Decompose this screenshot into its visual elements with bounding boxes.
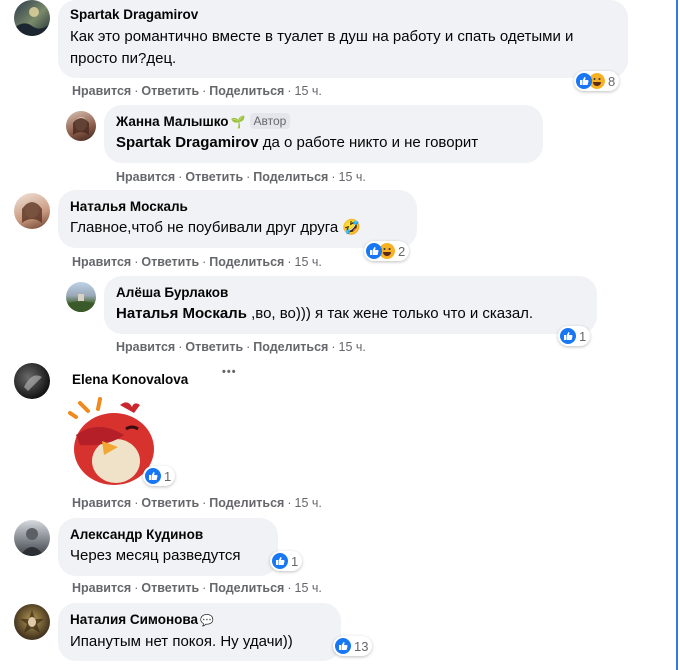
avatar[interactable] [14,520,50,556]
share-link[interactable]: Поделиться [209,581,284,595]
more-options-icon[interactable]: ••• [222,366,237,378]
comment-text: Как это романтично вместе в туалет в душ… [70,28,574,67]
reaction-summary[interactable]: 13 [333,636,373,656]
reaction-count: 2 [398,243,406,259]
scroll-edge-line [676,0,678,670]
avatar[interactable] [66,282,96,312]
comment-actions: Нравится · Ответить · Поделиться · 15 ч. [116,170,366,184]
reaction-summary[interactable]: 1 [558,326,591,346]
like-link[interactable]: Нравится [72,255,131,269]
comment-bubble: Алёша Бурлаков Наталья Москаль ,во, во))… [104,276,597,334]
comment-bubble: Spartak Dragamirov Как это романтично вм… [58,0,628,78]
timestamp[interactable]: 15 ч. [295,496,322,510]
reaction-summary[interactable]: 1 [143,466,176,486]
comment-text: Через месяц разведутся [70,547,241,564]
comment-author[interactable]: Наталия Симонова [70,612,198,627]
comment-author[interactable]: Spartak Dragamirov [70,6,616,24]
reply-link[interactable]: Ответить [185,340,243,354]
reaction-count: 1 [579,328,587,344]
like-icon [145,468,161,484]
avatar[interactable] [66,111,96,141]
reaction-summary[interactable]: 8 [574,71,620,91]
reaction-count: 1 [164,468,172,484]
timestamp[interactable]: 15 ч. [295,84,322,98]
comment-actions: Нравится · Ответить · Поделиться · 15 ч. [72,496,322,510]
like-link[interactable]: Нравится [116,340,175,354]
comment-actions: Нравится · Ответить · Поделиться · 15 ч. [72,581,322,595]
like-link[interactable]: Нравится [72,581,131,595]
reaction-summary[interactable]: 1 [270,551,303,571]
share-link[interactable]: Поделиться [253,340,328,354]
comment-text: Главное,чтоб не поубивали друг друга 🤣 [70,219,362,236]
reaction-count: 13 [354,638,369,654]
comment-author[interactable]: Наталья Москаль [70,198,405,216]
timestamp[interactable]: 15 ч. [339,170,366,184]
author-badge: Автор [249,113,291,129]
comment-author[interactable]: Алёша Бурлаков [116,284,585,302]
comment-actions: Нравится · Ответить · Поделиться · 15 ч. [72,84,322,98]
comment-text: да о работе никто и не говорит [258,134,479,151]
like-icon [335,638,351,654]
reply-link[interactable]: Ответить [141,581,199,595]
speech-bubble-icon: 💬 [200,615,214,627]
like-link[interactable]: Нравится [116,170,175,184]
reaction-count: 1 [291,553,299,569]
share-link[interactable]: Поделиться [253,170,328,184]
like-icon [576,73,592,89]
comment-author[interactable]: Александр Кудинов [70,526,266,544]
like-link[interactable]: Нравится [72,84,131,98]
mention-link[interactable]: Spartak Dragamirov [116,134,259,151]
timestamp[interactable]: 15 ч. [339,340,366,354]
share-link[interactable]: Поделиться [209,496,284,510]
reply-link[interactable]: Ответить [141,496,199,510]
comment-bubble: Наталия Симонова 💬 Ипанутым нет покоя. Ну… [58,603,341,661]
comment-bubble: Жанна Малышко 🌱 Автор Spartak Dragamirov д… [104,105,543,163]
like-icon [272,553,288,569]
comment-author[interactable]: Жанна Малышко [116,114,229,129]
comment-text: ,во, во))) я так жене только что и сказа… [246,305,534,322]
comment-text: Ипанутым нет покоя. Ну удачи)) [70,633,293,650]
timestamp[interactable]: 15 ч. [295,581,322,595]
comment-actions: Нравится · Ответить · Поделиться · 15 ч. [116,340,366,354]
like-link[interactable]: Нравится [72,496,131,510]
reaction-summary[interactable]: 2 [364,241,410,261]
avatar[interactable] [14,363,50,399]
share-link[interactable]: Поделиться [209,84,284,98]
reaction-count: 8 [608,73,616,89]
avatar[interactable] [14,193,50,229]
comment-actions: Нравится · Ответить · Поделиться · 15 ч. [72,255,322,269]
like-icon [366,243,382,259]
comment-bubble: Наталья Москаль Главное,чтоб не поубивал… [58,190,417,248]
comment-bubble: Александр Кудинов Через месяц разведутся [58,518,278,576]
sprout-icon: 🌱 [230,115,246,129]
mention-link[interactable]: Наталья Москаль [116,305,247,322]
reply-link[interactable]: Ответить [185,170,243,184]
avatar[interactable] [14,604,50,640]
avatar[interactable] [14,0,50,36]
share-link[interactable]: Поделиться [209,255,284,269]
timestamp[interactable]: 15 ч. [295,255,322,269]
reply-link[interactable]: Ответить [141,84,199,98]
like-icon [560,328,576,344]
comment-author[interactable]: Elena Konovalova [72,371,188,389]
reply-link[interactable]: Ответить [141,255,199,269]
